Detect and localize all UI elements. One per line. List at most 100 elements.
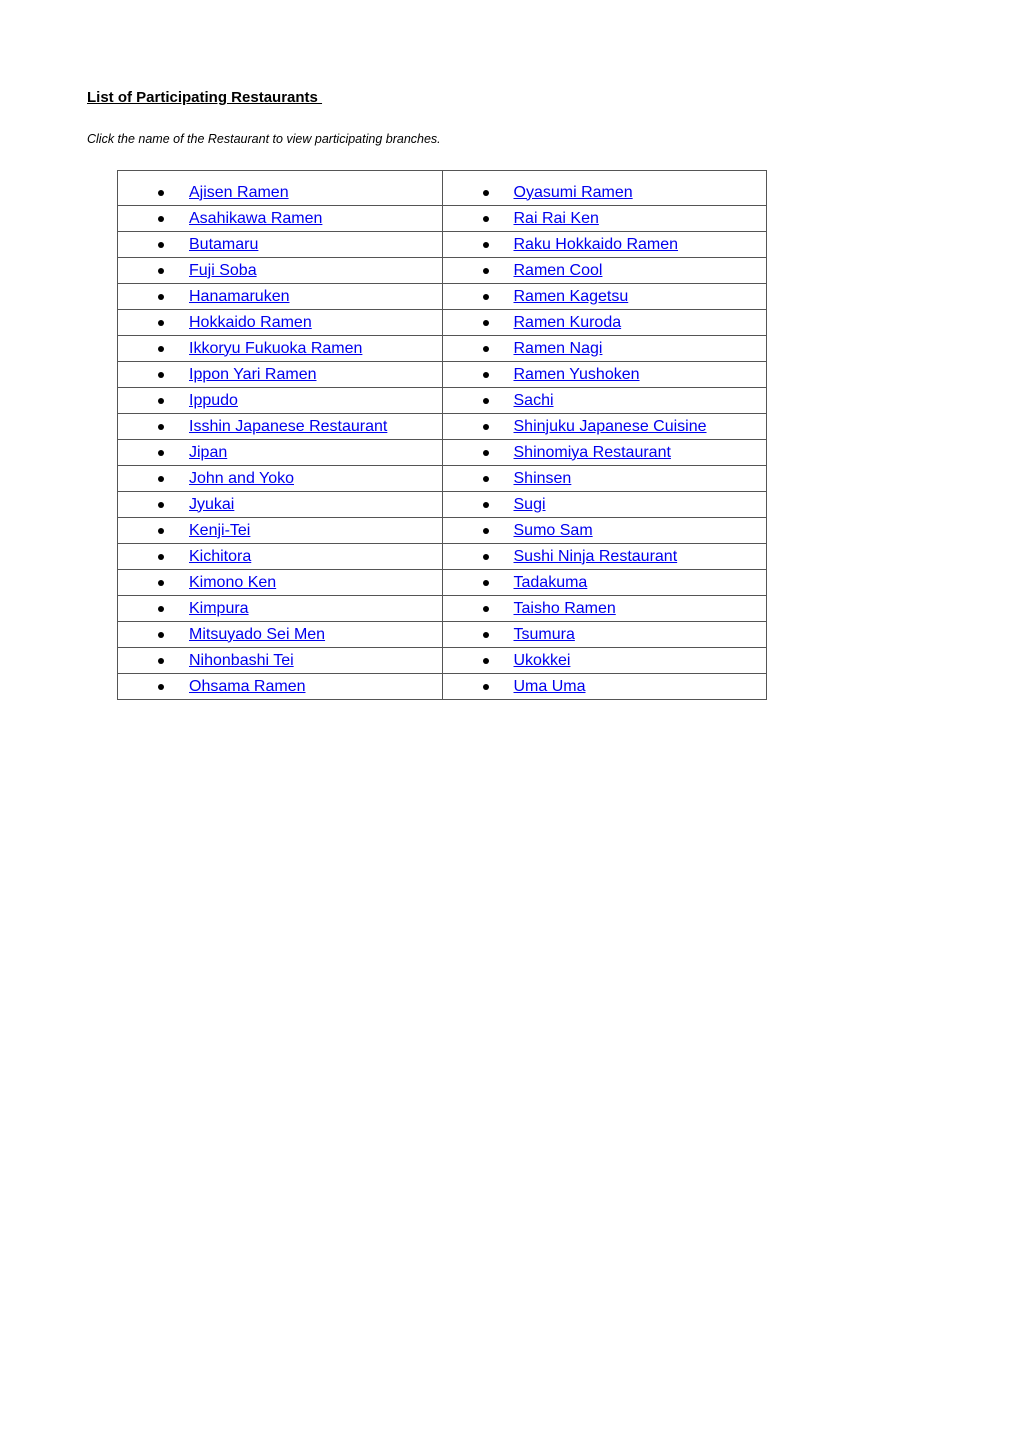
table-cell: Taisho Ramen (441, 595, 767, 622)
restaurant-link[interactable]: Ajisen Ramen (189, 183, 289, 203)
restaurant-link[interactable]: Sushi Ninja Restaurant (514, 547, 678, 567)
restaurant-link[interactable]: Ramen Yushoken (514, 365, 640, 385)
restaurant-link[interactable]: Ippudo (189, 391, 238, 411)
restaurant-link[interactable]: Taisho Ramen (514, 599, 616, 619)
list-item: Nihonbashi Tei (118, 648, 442, 673)
restaurant-link[interactable]: Raku Hokkaido Ramen (514, 235, 679, 255)
restaurant-link[interactable]: Tsumura (514, 625, 575, 645)
restaurant-link[interactable]: Ramen Kagetsu (514, 287, 629, 307)
restaurant-link[interactable]: Kichitora (189, 547, 251, 567)
table-cell: Nihonbashi Tei (117, 647, 443, 674)
restaurant-link[interactable]: Ohsama Ramen (189, 677, 306, 697)
restaurant-link[interactable]: Oyasumi Ramen (514, 183, 633, 203)
table-row: Nihonbashi Tei Ukokkei (117, 647, 767, 674)
list-item: Jyukai (118, 492, 442, 517)
bullet-icon (158, 345, 164, 352)
table-cell: Sushi Ninja Restaurant (441, 543, 767, 570)
list-item: Asahikawa Ramen (118, 206, 442, 231)
restaurant-link[interactable]: Ramen Kuroda (514, 313, 622, 333)
bullet-icon (482, 475, 489, 482)
table-cell: Ramen Yushoken (441, 361, 767, 388)
table-cell: Jyukai (117, 491, 443, 518)
table-cell: Ukokkei (441, 647, 767, 674)
page-title: List of Participating Restaurants (87, 89, 323, 106)
table-cell: Uma Uma (441, 673, 767, 700)
restaurant-link[interactable]: Jipan (189, 443, 227, 463)
list-item: Mitsuyado Sei Men (118, 622, 442, 647)
table-cell: Jipan (117, 439, 443, 466)
table-cell: Ippon Yari Ramen (117, 361, 443, 388)
list-item: Kichitora (118, 544, 442, 569)
table-cell: Ajisen Ramen (117, 170, 443, 206)
restaurant-link[interactable]: Kimono Ken (189, 573, 276, 593)
restaurant-link[interactable]: Ukokkei (514, 651, 571, 671)
bullet-icon (158, 631, 164, 638)
restaurant-link[interactable]: Ramen Nagi (514, 339, 603, 359)
restaurant-link[interactable]: Ippon Yari Ramen (189, 365, 316, 385)
table-cell: Rai Rai Ken (441, 205, 767, 232)
restaurant-link[interactable]: Jyukai (189, 495, 234, 515)
list-item: Rai Rai Ken (443, 206, 767, 231)
table-cell: Isshin Japanese Restaurant (117, 413, 443, 440)
bullet-icon (158, 319, 164, 326)
restaurant-link[interactable]: Rai Rai Ken (514, 209, 599, 229)
restaurant-link[interactable]: Hanamaruken (189, 287, 290, 307)
restaurant-link[interactable]: Fuji Soba (189, 261, 257, 281)
bullet-icon (158, 579, 164, 586)
table-cell: Kimpura (117, 595, 443, 622)
table-cell: Ramen Cool (441, 257, 767, 284)
restaurant-link[interactable]: John and Yoko (189, 469, 294, 489)
restaurant-link[interactable]: Isshin Japanese Restaurant (189, 417, 387, 437)
restaurant-link[interactable]: Uma Uma (514, 677, 586, 697)
restaurant-link[interactable]: Butamaru (189, 235, 258, 255)
restaurant-link[interactable]: Kenji-Tei (189, 521, 250, 541)
bullet-icon (482, 267, 489, 274)
bullet-icon (482, 215, 489, 222)
restaurant-link[interactable]: Sugi (514, 495, 546, 515)
bullet-icon (158, 371, 164, 378)
restaurant-link[interactable]: Sachi (514, 391, 554, 411)
bullet-icon (158, 683, 164, 690)
list-item: Isshin Japanese Restaurant (118, 414, 442, 439)
table-cell: Kichitora (117, 543, 443, 570)
list-item: Tsumura (443, 622, 767, 647)
restaurant-table: Ajisen Ramen Oyasumi Ramen Asahikawa Ramen… (117, 170, 767, 700)
bullet-icon (158, 423, 164, 430)
restaurant-link[interactable]: Tadakuma (514, 573, 588, 593)
bullet-icon (482, 683, 489, 690)
restaurant-link[interactable]: Shinsen (514, 469, 572, 489)
table-row: Ohsama Ramen Uma Uma (117, 673, 767, 700)
list-item: Tadakuma (443, 570, 767, 595)
restaurant-link[interactable]: Ikkoryu Fukuoka Ramen (189, 339, 362, 359)
table-row: Hokkaido Ramen Ramen Kuroda (117, 309, 767, 336)
list-item: Kimpura (118, 596, 442, 621)
restaurant-link[interactable]: Shinomiya Restaurant (514, 443, 671, 463)
restaurant-link[interactable]: Ramen Cool (514, 261, 603, 281)
restaurant-link[interactable]: Hokkaido Ramen (189, 313, 312, 333)
restaurant-link[interactable]: Nihonbashi Tei (189, 651, 294, 671)
bullet-icon (482, 449, 489, 456)
bullet-icon (158, 527, 164, 534)
bullet-icon (158, 215, 164, 222)
table-cell: Ohsama Ramen (117, 673, 443, 700)
list-item: Ramen Nagi (443, 336, 767, 361)
bullet-icon (482, 397, 489, 404)
table-row: Kichitora Sushi Ninja Restaurant (117, 543, 767, 570)
list-item: Oyasumi Ramen (443, 180, 767, 205)
table-cell: Shinomiya Restaurant (441, 439, 767, 466)
table-row: Fuji Soba Ramen Cool (117, 257, 767, 284)
list-item: Ramen Yushoken (443, 362, 767, 387)
restaurant-link[interactable]: Sumo Sam (514, 521, 593, 541)
restaurant-link[interactable]: Kimpura (189, 599, 249, 619)
list-item: Kenji-Tei (118, 518, 442, 543)
list-item: Ikkoryu Fukuoka Ramen (118, 336, 442, 361)
list-item: Ramen Kuroda (443, 310, 767, 335)
restaurant-link[interactable]: Shinjuku Japanese Cuisine (514, 417, 707, 437)
table-cell: Tadakuma (441, 569, 767, 596)
restaurant-link[interactable]: Asahikawa Ramen (189, 209, 322, 229)
table-cell: Ramen Nagi (441, 335, 767, 362)
list-item: Hanamaruken (118, 284, 442, 309)
list-item: John and Yoko (118, 466, 442, 491)
table-row: Ippudo Sachi (117, 387, 767, 414)
restaurant-link[interactable]: Mitsuyado Sei Men (189, 625, 325, 645)
